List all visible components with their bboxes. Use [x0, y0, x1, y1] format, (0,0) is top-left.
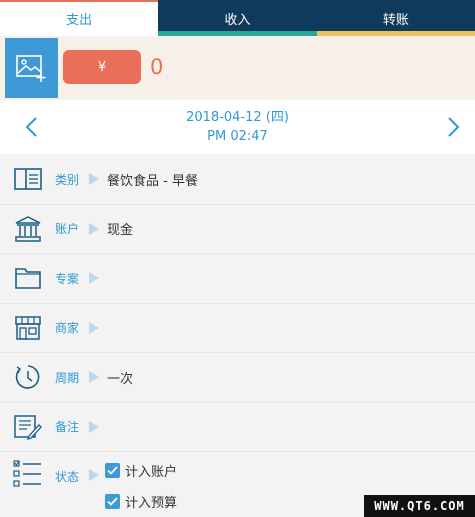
category-value: 餐饮食品 - 早餐 — [107, 173, 198, 189]
amount-value[interactable]: 0 — [150, 54, 163, 80]
note-arrow-icon — [89, 420, 99, 433]
period-value: 一次 — [107, 371, 134, 387]
category-arrow-icon — [89, 173, 99, 186]
category-row[interactable]: 类别 餐饮食品 - 早餐 — [0, 155, 475, 205]
field-list: 类别 餐饮食品 - 早餐 账户 现金 专案 商家 周期 一次 备注 状态 计入账… — [0, 155, 475, 517]
period-row[interactable]: 周期 一次 — [0, 353, 475, 403]
note-row[interactable]: 备注 — [0, 403, 475, 452]
tab-transfer[interactable]: 转账 — [316, 0, 475, 36]
include-budget-checkbox[interactable]: 计入预算 — [105, 492, 177, 511]
status-label: 状态 — [55, 470, 80, 484]
category-label: 类别 — [55, 172, 80, 187]
include-budget-label: 计入预算 — [125, 496, 178, 511]
project-label: 专案 — [55, 271, 80, 286]
next-date-button[interactable] — [439, 112, 469, 142]
add-photo-button[interactable] — [5, 38, 58, 98]
tab-transfer-label: 转账 — [382, 12, 409, 28]
checklist-icon — [12, 458, 44, 490]
status-arrow-icon — [89, 469, 99, 481]
account-row[interactable]: 账户 现金 — [0, 205, 475, 254]
watermark: WWW.QT6.COM — [364, 495, 475, 517]
chevron-right-icon — [448, 117, 460, 137]
note-icon — [12, 411, 44, 443]
date-row: 2018-04-12 (四) PM 02:47 — [0, 100, 475, 154]
merchant-arrow-icon — [89, 321, 99, 334]
date-value: 2018-04-12 (四) — [186, 110, 289, 125]
add-image-icon — [15, 55, 45, 82]
tab-income[interactable]: 收入 — [158, 0, 317, 36]
tab-income-label: 收入 — [224, 12, 251, 28]
bank-icon — [12, 213, 44, 245]
tab-expense-label: 支出 — [66, 12, 93, 28]
period-arrow-icon — [89, 371, 99, 384]
checkbox-checked-icon — [105, 494, 120, 509]
note-label: 备注 — [55, 420, 80, 435]
tab-expense[interactable]: 支出 — [0, 0, 159, 36]
checkbox-checked-icon — [105, 463, 120, 478]
include-account-checkbox[interactable]: 计入账户 — [105, 461, 177, 480]
currency-button[interactable]: ¥ — [63, 50, 141, 84]
time-value: PM 02:47 — [207, 129, 268, 144]
amount-row: ¥ 0 — [0, 36, 475, 100]
merchant-label: 商家 — [55, 321, 80, 336]
period-label: 周期 — [55, 370, 80, 385]
account-arrow-icon — [89, 222, 99, 235]
merchant-row[interactable]: 商家 — [0, 304, 475, 353]
project-arrow-icon — [89, 272, 99, 285]
category-icon — [12, 163, 44, 195]
store-icon — [12, 312, 44, 344]
date-display[interactable]: 2018-04-12 (四) PM 02:47 — [0, 108, 475, 146]
project-row[interactable]: 专案 — [0, 254, 475, 304]
type-tabs: 支出 收入 转账 — [0, 0, 475, 36]
include-account-label: 计入账户 — [125, 465, 178, 480]
account-value: 现金 — [107, 223, 134, 239]
clock-icon — [12, 361, 44, 393]
folder-icon — [12, 262, 44, 294]
account-label: 账户 — [55, 222, 80, 237]
